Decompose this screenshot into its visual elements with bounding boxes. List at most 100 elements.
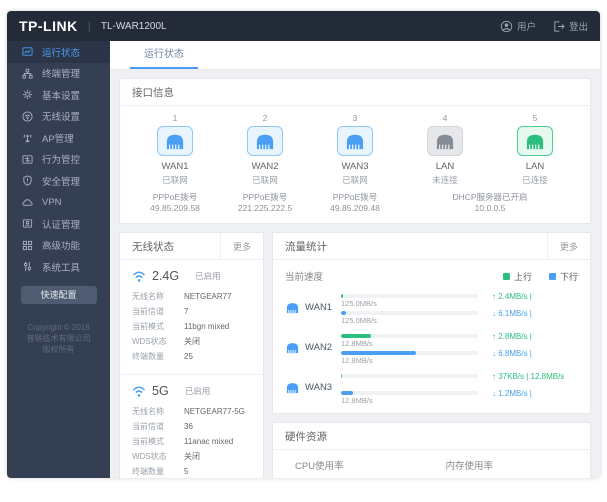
traffic-legend: 上行 下行: [491, 270, 578, 283]
port-status: 未连接: [432, 174, 458, 186]
field-label: 当前模式: [132, 319, 184, 334]
auth-mgmt-icon: [22, 218, 33, 229]
field-value: 5: [184, 464, 188, 478]
current-speed-label: 当前速度: [285, 269, 491, 283]
port-status: 已联网: [162, 174, 188, 186]
wan-name: WAN1: [305, 302, 332, 313]
panel-title: 硬件资源: [273, 429, 590, 444]
field-value: 11anac mixed: [184, 434, 233, 449]
sidebar-item-label: 运行状态: [42, 45, 80, 59]
down-bar-fill: [341, 351, 416, 355]
wireless-24g-section: 2.4G 已启用 无线名称NETGEAR77 当前信道7 当前模式11bgn m…: [120, 260, 263, 374]
advanced-icon: [22, 240, 33, 251]
memory-gauge: 内存使用率 50%: [432, 458, 583, 478]
cpu-gauge: CPU使用率 56%: [281, 458, 432, 478]
main-content: 运行状态 接口信息 1 WAN1 已联网: [110, 41, 600, 478]
up-bar-track: [341, 294, 478, 298]
legend-up-swatch: [503, 273, 510, 280]
ports-row: 1 WAN1 已联网 2 WAN2 已联网: [120, 106, 590, 186]
port-wan3: 3 WAN3 已联网: [310, 113, 400, 186]
gear-icon: [22, 89, 33, 100]
sidebar-item-behavior-control[interactable]: 行为管控: [7, 149, 110, 171]
wan-name: WAN2: [305, 342, 332, 353]
down-bar-track: [341, 351, 478, 355]
traffic-stats-panel: 流量统计 更多 当前速度 上行 下行: [272, 232, 591, 414]
down-speed-value: ↓ 1.2MB/s |: [478, 388, 578, 405]
band-name: 2.4G: [152, 269, 179, 283]
legend-down-swatch: [549, 273, 556, 280]
ethernet-port-icon: [247, 126, 283, 156]
ethernet-port-icon: [517, 126, 553, 156]
gauge-label: 内存使用率: [432, 458, 583, 472]
top-bar: TP-LINK | TL-WAR1200L 用户 登出: [7, 11, 600, 41]
ap-mgmt-icon: [22, 132, 33, 143]
field-label: 当前模式: [132, 434, 184, 449]
panel-title: 流量统计: [273, 239, 547, 254]
port-lan5: 5 LAN 已连接: [490, 113, 580, 186]
sidebar-item-basic-settings[interactable]: 基本设置: [7, 84, 110, 106]
port-name: WAN2: [251, 161, 278, 172]
wireless-more-link[interactable]: 更多: [220, 233, 263, 259]
sidebar-item-system-tools[interactable]: 系统工具: [7, 256, 110, 278]
traffic-more-link[interactable]: 更多: [547, 233, 590, 259]
detail-ip: 10.0.0.5: [400, 203, 580, 214]
user-label: 用户: [517, 19, 536, 33]
sidebar-item-vpn[interactable]: VPN: [7, 192, 110, 214]
field-value: NETGEAR77: [184, 289, 232, 304]
sidebar-item-ap-mgmt[interactable]: AP管理: [7, 127, 110, 149]
shield-icon: [22, 175, 33, 186]
port-number: 1: [173, 113, 178, 123]
sidebar-item-terminal-mgmt[interactable]: 终端管理: [7, 63, 110, 85]
tab-running-status[interactable]: 运行状态: [130, 41, 198, 69]
sidebar-item-label: 系统工具: [42, 260, 80, 274]
field-label: WDS状态: [132, 334, 184, 349]
field-label: 当前信道: [132, 304, 184, 319]
brand-separator: |: [88, 19, 91, 33]
sidebar-item-running-status[interactable]: 运行状态: [7, 41, 110, 63]
detail-line: PPPoE拨号: [310, 192, 400, 203]
band-status: 已启用: [185, 385, 211, 397]
wireless-icon: [22, 111, 33, 122]
band-name: 5G: [152, 384, 169, 398]
copyright: Copyright © 2018 普联技术有限公司 版权所有: [7, 322, 110, 355]
quick-setup-button[interactable]: 快速配置: [21, 286, 97, 304]
wan2-detail: PPPoE拨号 221.225.222.5: [220, 192, 310, 214]
device-model: TL-WAR1200L: [101, 21, 167, 32]
user-icon: [500, 20, 513, 33]
traffic-row-wan2: WAN2 12.8MB/s ↑ 2.8MB/s |: [273, 327, 590, 367]
field-value: 36: [184, 419, 193, 434]
port-number: 3: [353, 113, 358, 123]
field-value: 关闭: [184, 449, 200, 464]
down-bar-track: [341, 391, 478, 395]
wireless-5g-section: 5G 已启用 无线名称NETGEAR77-5G 当前信道36 当前模式11ana…: [120, 374, 263, 478]
bar-scale: 12.8MB/s: [341, 396, 478, 405]
sidebar-item-advanced[interactable]: 高级功能: [7, 235, 110, 257]
detail-ip: 49.85.209.58: [130, 203, 220, 214]
legend-down-label: 下行: [560, 270, 578, 283]
detail-ip: 49.85.209.48: [310, 203, 400, 214]
port-name: WAN1: [161, 161, 188, 172]
sidebar-item-security-mgmt[interactable]: 安全管理: [7, 170, 110, 192]
logout-button[interactable]: 登出: [552, 19, 588, 33]
up-bar-track: [341, 374, 478, 378]
ethernet-port-icon: [157, 126, 193, 156]
bar-scale: 125.0MB/s: [341, 299, 478, 308]
sidebar-item-auth-mgmt[interactable]: 认证管理: [7, 213, 110, 235]
sidebar-item-label: 高级功能: [42, 238, 80, 252]
sidebar-item-wireless-settings[interactable]: 无线设置: [7, 106, 110, 128]
sidebar-item-label: 安全管理: [42, 174, 80, 188]
sidebar-item-label: 行为管控: [42, 152, 80, 166]
band-status: 已启用: [195, 270, 221, 282]
up-bar-fill: [341, 334, 371, 338]
port-wan2: 2 WAN2 已联网: [220, 113, 310, 186]
user-menu[interactable]: 用户: [500, 19, 536, 33]
up-bar-track: [341, 334, 478, 338]
port-status: 已连接: [522, 174, 548, 186]
sidebar: 运行状态 终端管理 基本设置 无线设置: [7, 41, 110, 478]
detail-line: DHCP服务器已开启: [400, 192, 580, 203]
field-label: 无线名称: [132, 404, 184, 419]
copyright-line: 版权所有: [7, 344, 110, 355]
sidebar-item-label: 无线设置: [42, 109, 80, 123]
port-name: WAN3: [341, 161, 368, 172]
port-status: 已联网: [252, 174, 278, 186]
